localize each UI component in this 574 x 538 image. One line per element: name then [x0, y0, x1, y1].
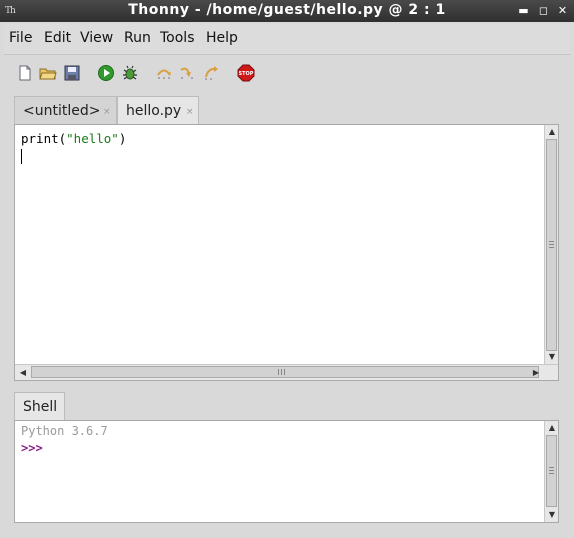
- menu-view[interactable]: View: [80, 30, 113, 46]
- stop-icon[interactable]: STOP: [237, 64, 255, 82]
- tab-untitled-close-icon[interactable]: ×: [103, 107, 111, 117]
- svg-text:STOP: STOP: [239, 71, 254, 77]
- editor-vscroll-thumb[interactable]: [546, 139, 557, 351]
- step-out-icon[interactable]: [202, 64, 220, 82]
- code-function: print(: [21, 131, 67, 146]
- shell-panel[interactable]: Python 3.6.7 >>> ▲ ▼: [14, 420, 559, 523]
- step-over-icon[interactable]: [155, 64, 173, 82]
- scroll-right-arrow-icon[interactable]: ▶: [530, 367, 542, 379]
- toolbar: STOP: [4, 56, 570, 88]
- tab-hello-py-label: hello.py: [126, 103, 182, 119]
- new-file-icon[interactable]: [16, 64, 34, 82]
- code-string: "hello": [66, 131, 119, 146]
- scroll-down-arrow-icon[interactable]: ▼: [546, 351, 558, 363]
- scroll-left-arrow-icon[interactable]: ◀: [17, 367, 29, 379]
- tab-hello-py[interactable]: hello.py ×: [117, 96, 199, 125]
- close-window-button[interactable]: ✕: [556, 4, 569, 17]
- python-version-text: Python 3.6.7: [21, 424, 108, 438]
- code-line-1: print("hello"): [21, 131, 126, 146]
- shell-vertical-scrollbar[interactable]: ▲ ▼: [544, 421, 558, 522]
- debug-icon[interactable]: [121, 64, 139, 82]
- menu-bar: File Edit View Run Tools Help: [4, 24, 570, 55]
- maximize-button[interactable]: ◻: [537, 4, 550, 17]
- open-folder-icon[interactable]: [39, 64, 57, 82]
- menu-edit[interactable]: Edit: [44, 30, 71, 46]
- tab-shell-label: Shell: [23, 399, 58, 415]
- tab-untitled[interactable]: <untitled> ×: [14, 96, 117, 125]
- tab-shell[interactable]: Shell: [14, 392, 65, 421]
- scroll-up-arrow-icon[interactable]: ▲: [546, 126, 558, 138]
- editor-hscroll-thumb[interactable]: [31, 366, 539, 378]
- shell-prompt: >>>: [21, 441, 43, 455]
- tab-hello-py-close-icon[interactable]: ×: [186, 107, 194, 117]
- shell-scroll-up-arrow-icon[interactable]: ▲: [546, 422, 558, 434]
- run-icon[interactable]: [97, 64, 115, 82]
- menu-file[interactable]: File: [9, 30, 32, 46]
- tab-untitled-label: <untitled>: [23, 103, 101, 119]
- minimize-button[interactable]: ▬: [517, 4, 530, 17]
- step-into-icon[interactable]: [178, 64, 196, 82]
- save-icon[interactable]: [63, 64, 81, 82]
- shell-scroll-down-arrow-icon[interactable]: ▼: [546, 509, 558, 521]
- title-bar: Th Thonny - /home/guest/hello.py @ 2 : 1…: [0, 0, 574, 22]
- window-title: Thonny - /home/guest/hello.py @ 2 : 1: [128, 2, 446, 18]
- code-editor[interactable]: print("hello") ▲ ▼ ◀ ▶: [14, 124, 559, 381]
- editor-vertical-scrollbar[interactable]: ▲ ▼: [544, 125, 558, 364]
- editor-horizontal-scrollbar[interactable]: ◀ ▶: [15, 364, 558, 380]
- menu-run[interactable]: Run: [124, 30, 151, 46]
- code-paren: ): [118, 131, 127, 146]
- shell-vscroll-thumb[interactable]: [546, 435, 557, 507]
- menu-tools[interactable]: Tools: [160, 30, 195, 46]
- text-cursor: [21, 149, 22, 164]
- menu-help[interactable]: Help: [206, 30, 238, 46]
